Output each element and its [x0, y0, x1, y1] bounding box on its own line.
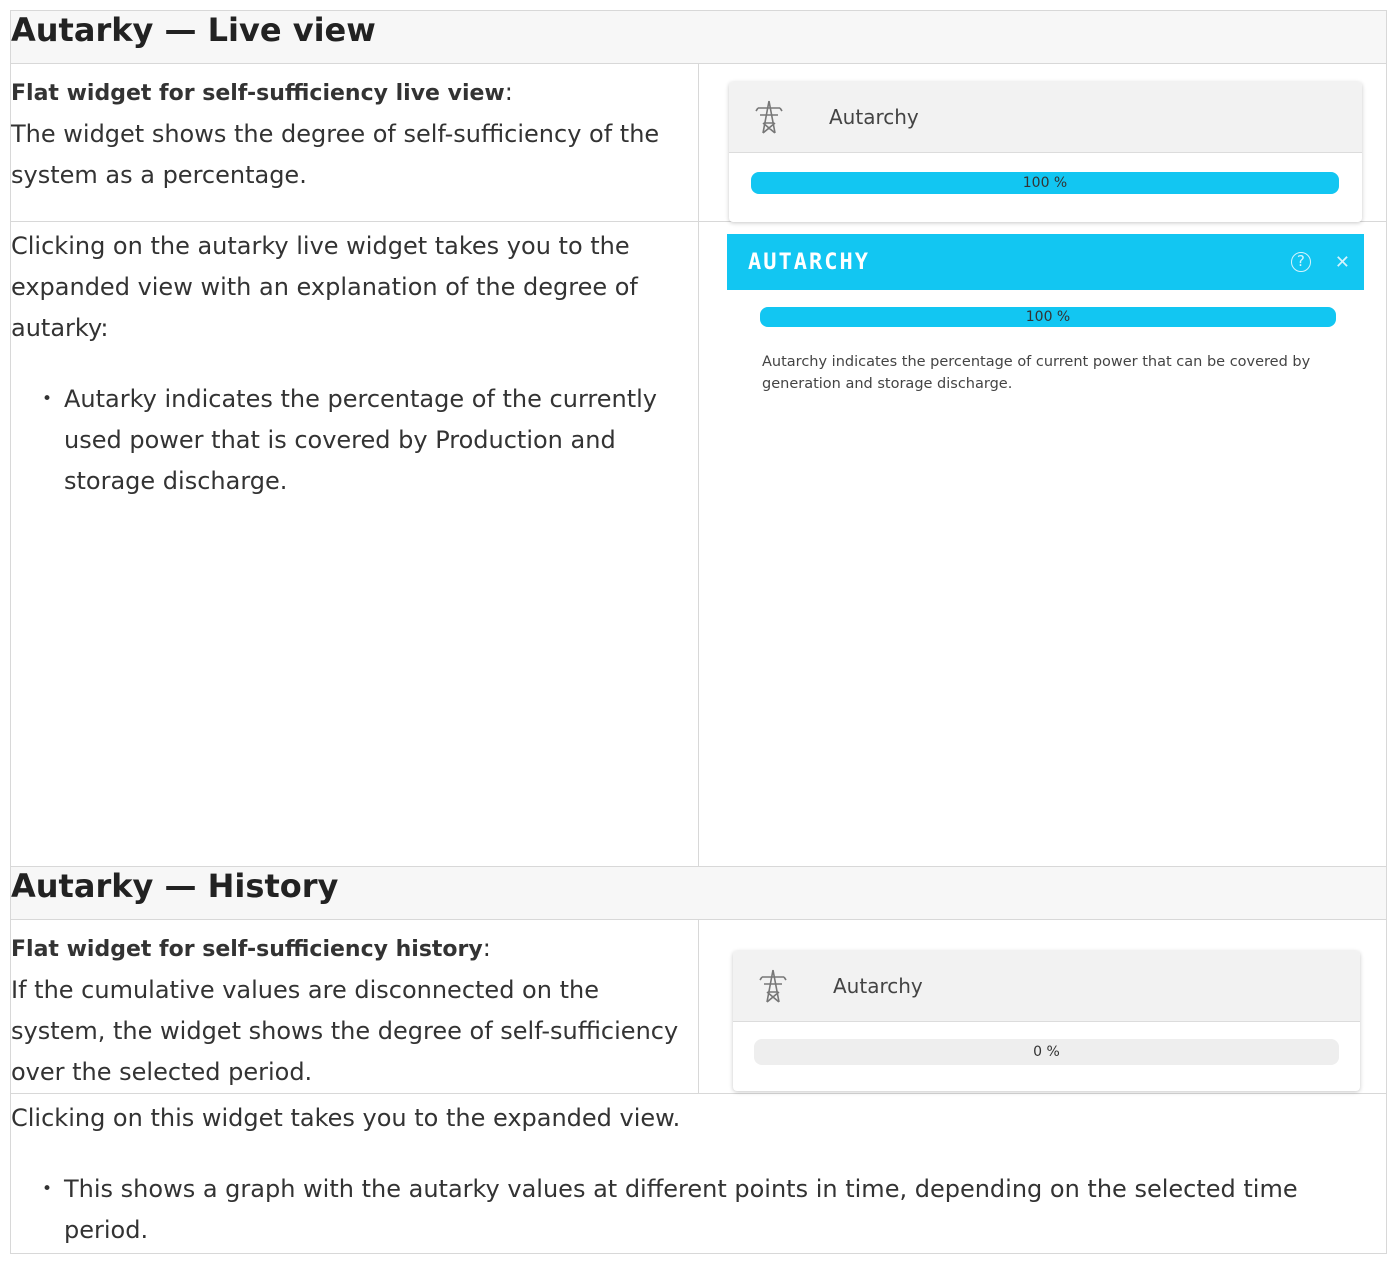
- progress-bar: 100 %: [751, 172, 1339, 194]
- widget-title: Autarchy: [829, 105, 919, 129]
- help-icon[interactable]: ?: [1290, 252, 1311, 272]
- section-heading-history: Autarky — History: [9, 866, 1388, 920]
- modal-header: AUTARCHY ? ✕: [727, 234, 1364, 290]
- power-tower-icon: [759, 969, 787, 1003]
- history-expanded-text: Clicking on this widget takes you to the…: [11, 1104, 681, 1132]
- list-item: Autarky indicates the percentage of the …: [42, 379, 698, 502]
- history-widget-description: Flat widget for self-sufficiency history…: [10, 919, 699, 1094]
- modal-progress-bar: 100 %: [760, 307, 1336, 327]
- power-tower-icon: [755, 100, 783, 134]
- close-icon[interactable]: ✕: [1335, 252, 1350, 273]
- modal-description: Autarchy indicates the percentage of cur…: [762, 354, 1311, 392]
- live-widget-description: Flat widget for self-sufficiency live vi…: [10, 63, 699, 222]
- history-widget-title: Flat widget for self-sufficiency history: [11, 937, 483, 962]
- colon: :: [504, 78, 513, 106]
- live-widget-text: The widget shows the degree of self-suff…: [11, 120, 660, 189]
- progress-label: 0 %: [1033, 1044, 1060, 1060]
- modal-title: AUTARCHY: [748, 249, 870, 275]
- widget-header: Autarchy: [733, 951, 1360, 1022]
- page: Autarky — Live view Flat widget for self…: [0, 0, 1388, 1275]
- progress-bar: 0 %: [754, 1039, 1339, 1065]
- section-heading-live: Autarky — Live view: [9, 10, 1388, 64]
- live-expanded-text: Clicking on the autarky live widget take…: [11, 232, 638, 342]
- widget-title: Autarchy: [833, 974, 923, 998]
- autarchy-live-widget[interactable]: Autarchy 100 %: [729, 82, 1362, 222]
- live-expanded-description: Clicking on the autarky live widget take…: [10, 221, 699, 867]
- modal-progress-label: 100 %: [1025, 309, 1071, 325]
- widget-header: Autarchy: [729, 82, 1362, 153]
- live-bullet-list: Autarky indicates the percentage of the …: [11, 379, 698, 502]
- autarchy-modal: AUTARCHY ? ✕ 100 % Autarchy indicates th…: [727, 234, 1364, 404]
- history-expanded-description: Clicking on this widget takes you to the…: [9, 1093, 1388, 1254]
- list-item: This shows a graph with the autarky valu…: [42, 1169, 1386, 1251]
- live-widget-title: Flat widget for self-sufficiency live vi…: [11, 81, 505, 106]
- history-bullet-list: This shows a graph with the autarky valu…: [11, 1169, 1386, 1251]
- progress-label: 100 %: [1022, 175, 1068, 191]
- colon: :: [482, 934, 491, 962]
- history-widget-text: If the cumulative values are disconnecte…: [11, 976, 679, 1086]
- autarchy-history-widget[interactable]: Autarchy 0 %: [733, 951, 1360, 1091]
